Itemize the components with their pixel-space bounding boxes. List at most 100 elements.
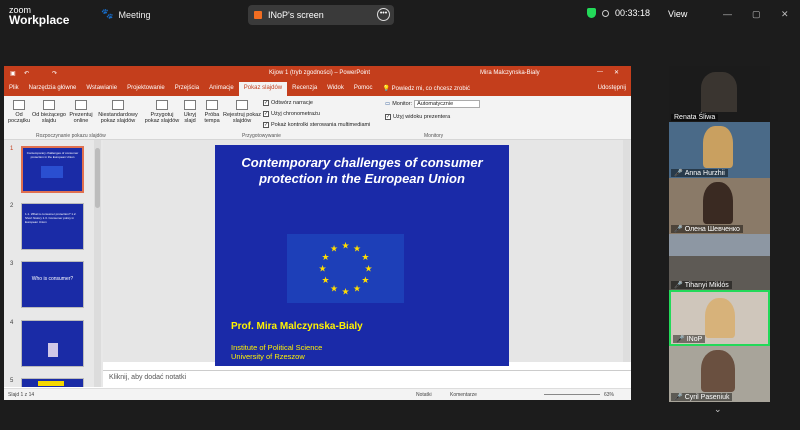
participant-video [669, 234, 770, 256]
notes-placeholder: Kliknij, aby dodać notatki [109, 374, 187, 381]
rehearse-label: Próba tempa [204, 112, 220, 124]
canvas-scrollbar[interactable] [623, 140, 630, 362]
thumbs-scrollbar[interactable] [94, 140, 101, 387]
view-button[interactable]: View [668, 9, 687, 19]
participant-name: 🎤 INoP [673, 335, 706, 343]
participant-tile[interactable]: 🎤 Олена Шевченко [669, 178, 770, 234]
save-icon[interactable]: ▣ [10, 70, 16, 77]
notes-toggle[interactable]: Notatki [416, 392, 432, 398]
comments-toggle[interactable]: Komentarze [450, 392, 477, 398]
share-label: INoP's screen [268, 10, 324, 20]
mic-muted-icon: 🎤 [674, 226, 683, 233]
zoom-level[interactable]: 63% [604, 392, 614, 398]
custom-show-button[interactable]: Niestandardowy pokaz slajdów [96, 100, 140, 124]
thumb-number: 1 [10, 146, 14, 152]
eu-star-icon: ★ [353, 244, 361, 254]
slide-institution: Institute of Political Science Universit… [231, 343, 322, 361]
minimize-icon[interactable]: — [597, 69, 603, 75]
minimize-icon[interactable]: — [723, 9, 732, 19]
zoom-slider[interactable] [544, 394, 600, 395]
slide-thumbnail-4[interactable] [21, 320, 84, 367]
eu-star-icon: ★ [322, 252, 330, 262]
thumb-number: 5 [10, 378, 14, 384]
tell-me-label: Powiedz mi, co chcesz zrobić [391, 86, 471, 92]
group-start-label: Rozpoczynanie pokazu slajdów [36, 133, 106, 139]
setup-show-button[interactable]: Przygotuj pokaz slajdów [144, 100, 180, 124]
slide-author: Prof. Mira Malczynska-Bialy [231, 321, 363, 332]
maximize-icon[interactable]: ▢ [752, 9, 761, 20]
slide-thumbnails-pane[interactable]: 1 Contemporary challenges of consumer pr… [4, 140, 103, 387]
play-narrations-checkbox[interactable]: ✓ Odtwórz narracje [263, 100, 313, 106]
globe-icon [75, 100, 87, 110]
thumb-text: Who is consumer? [31, 276, 74, 282]
tell-me-search[interactable]: 💡 Powiedz mi, co chcesz zrobić [378, 82, 476, 96]
hide-slide-button[interactable]: Ukryj slajd [181, 100, 199, 124]
rehearse-button[interactable]: Próba tempa [201, 100, 223, 124]
tab-file[interactable]: Plik [4, 82, 24, 96]
close-icon[interactable]: ✕ [781, 9, 789, 20]
checkmark-icon: ✓ [263, 111, 269, 117]
tab-animations[interactable]: Animacje [204, 82, 239, 96]
tab-insert[interactable]: Wstawianie [81, 82, 122, 96]
user-name: Mira Malczynska-Bialy [480, 70, 540, 76]
participant-tile[interactable]: 🎤 Tihanyi Miklós [669, 234, 770, 290]
from-current-button[interactable]: Od bieżącego slajdu [32, 100, 66, 124]
participant-name-text: Tihanyi Miklós [684, 281, 729, 289]
notes-pane[interactable]: Kliknij, aby dodać notatki [103, 370, 631, 388]
use-timings-checkbox[interactable]: ✓ Użyj chronometrażu [263, 111, 320, 117]
shield-icon[interactable] [587, 8, 596, 18]
undo-icon[interactable]: ↶ [24, 70, 29, 77]
present-online-button[interactable]: Prezentuj online [68, 100, 94, 124]
current-slide[interactable]: Contemporary challenges of consumer prot… [215, 145, 509, 366]
close-icon[interactable]: ✕ [614, 69, 619, 76]
participant-name-text: Anna Hurzhii [684, 169, 725, 177]
from-beginning-label: Od początku [7, 112, 30, 124]
participant-name-text: Олена Шевченко [684, 225, 740, 233]
chevron-down-icon[interactable]: ⌄ [714, 404, 722, 415]
participant-name-text: Cyril Paseniuk [684, 393, 730, 401]
slide-thumbnail-2[interactable]: 1.1. What is consumer protection? 1.2. S… [21, 203, 84, 250]
more-options-icon[interactable]: ••• [377, 8, 390, 21]
slide-thumbnail-3[interactable]: Who is consumer? [21, 261, 84, 308]
record-show-button[interactable]: Rejestruj pokaz slajdów [223, 100, 261, 124]
tab-transitions[interactable]: Przejścia [170, 82, 204, 96]
slide-counter: Slajd 1 z 14 [8, 392, 35, 398]
participant-tile[interactable]: 🎤 Anna Hurzhii [669, 122, 770, 178]
powerpoint-window: ▣ ↶ ↷ Kijow 1 (tryb zgodności) – PowerPo… [4, 66, 631, 400]
slide-title: Contemporary challenges of consumer prot… [241, 155, 483, 186]
tab-help[interactable]: Pomoc [349, 82, 378, 96]
group-monitors-label: Monitory [424, 133, 444, 139]
checkmark-icon: ✓ [263, 122, 269, 128]
scrollbar-thumb[interactable] [95, 148, 100, 208]
media-controls-checkbox[interactable]: ✓ Pokaż kontrolki sterowania multimediami [263, 122, 370, 128]
tab-design[interactable]: Projektowanie [122, 82, 170, 96]
presenter-view-checkbox[interactable]: ✓ Użyj widoku prezentera [385, 114, 450, 120]
share-button[interactable]: Udostępnij [593, 82, 631, 96]
mic-muted-icon: 🎤 [674, 394, 683, 401]
mic-muted-icon: 🎤 [676, 336, 685, 343]
participant-tile-active[interactable]: 🎤 INoP [669, 290, 770, 346]
tab-view[interactable]: Widok [322, 82, 349, 96]
participant-video [701, 72, 737, 112]
meeting-button[interactable]: 🐾 Meeting [101, 9, 150, 20]
tab-slideshow[interactable]: Pokaz slajdów [238, 82, 288, 96]
tab-home[interactable]: Narzędzia główne [24, 82, 82, 96]
tab-review[interactable]: Recenzja [287, 82, 322, 96]
monitor-value[interactable]: Automatycznie [414, 100, 481, 108]
slide-editor-canvas[interactable]: Contemporary challenges of consumer prot… [103, 140, 631, 366]
monitor-select[interactable]: ▭ Monitor: Automatycznie [385, 100, 481, 108]
paw-icon: 🐾 [101, 9, 114, 20]
slide-thumbnail-1[interactable]: Contemporary challenges of consumer prot… [21, 146, 84, 193]
university-line: University of Rzeszow [231, 352, 305, 361]
redo-icon[interactable]: ↷ [52, 70, 57, 77]
monitor-label: Monitor: [392, 101, 413, 107]
eu-flag-icon [41, 166, 63, 178]
use-timings-label: Użyj chronometrażu [271, 111, 320, 117]
participant-tile[interactable]: 🎤 Cyril Paseniuk [669, 346, 770, 402]
eu-star-icon: ★ [330, 283, 338, 293]
from-beginning-button[interactable]: Od początku [6, 100, 32, 124]
ppt-title-bar: ▣ ↶ ↷ Kijow 1 (tryb zgodności) – PowerPo… [4, 66, 631, 82]
slide-thumbnail-5[interactable] [21, 378, 84, 387]
screen-share-indicator[interactable]: INoP's screen ••• [248, 5, 394, 25]
participant-tile[interactable]: Renata Śliwa [669, 66, 770, 122]
